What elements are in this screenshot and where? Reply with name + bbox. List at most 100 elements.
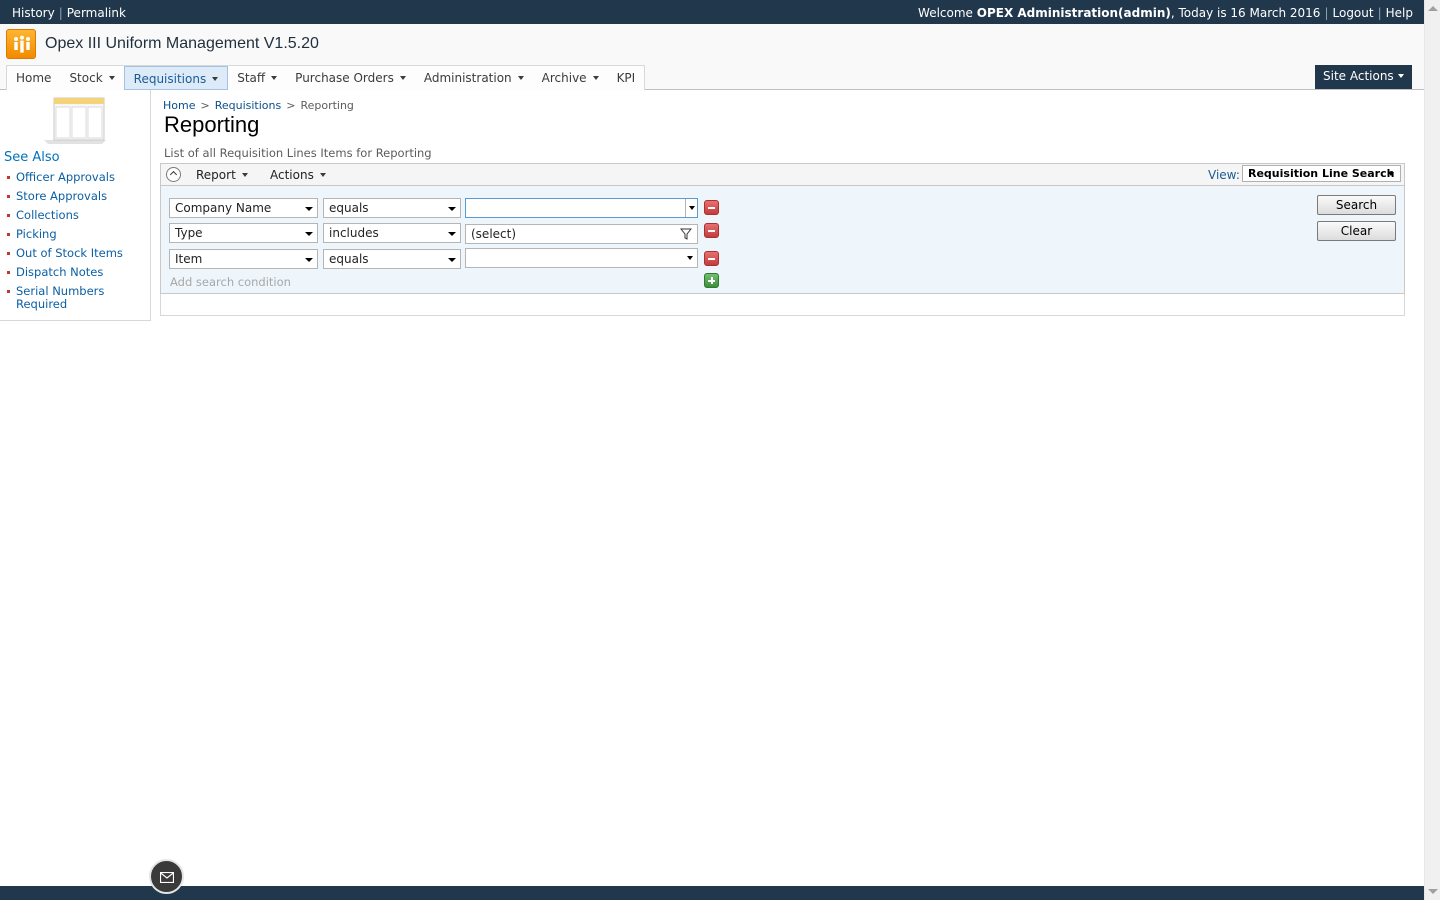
remove-condition-button[interactable] [704,223,719,238]
mail-button[interactable] [149,859,184,894]
see-also-link-serial-numbers-required[interactable]: Serial Numbers Required [7,285,127,311]
condition-operator-select[interactable]: includes [323,223,461,243]
view-select[interactable]: Requisition Line Search [1242,165,1401,182]
nav-item-staff[interactable]: Staff [228,66,286,90]
chevron-down-icon [448,207,456,211]
filter-icon[interactable] [680,228,692,240]
condition-field-select[interactable]: Type [169,223,318,243]
nav-item-label: Requisitions [133,72,207,86]
nav-item-home[interactable]: Home [7,66,60,90]
breadcrumb-separator: > [286,99,296,112]
history-link[interactable]: History [12,6,55,20]
nav-item-requisitions[interactable]: Requisitions [123,66,229,90]
chevron-down-icon [271,76,278,80]
chevron-down-icon [687,256,693,260]
mail-icon [160,872,174,883]
condition-field-value: Item [175,252,203,266]
see-also-list: Officer Approvals Store Approvals Collecti… [7,171,127,317]
view-select-value: Requisition Line Search [1248,167,1395,180]
see-also-link-dispatch-notes[interactable]: Dispatch Notes [7,266,127,279]
app-title[interactable]: Opex III Uniform Management V1.5.20 [45,35,319,53]
breadcrumb-separator: > [200,99,210,112]
user-name[interactable]: OPEX Administration(admin) [977,6,1171,20]
nav-item-label: Administration [423,71,512,85]
nav-item-stock[interactable]: Stock [60,66,123,90]
chevron-down-icon [241,173,248,177]
scroll-up-icon[interactable] [1428,6,1438,11]
site-actions-button[interactable]: Site Actions [1315,65,1412,89]
people-icon[interactable] [6,29,36,59]
see-also-heading: See Also [4,150,60,165]
search-button[interactable]: Search [1317,195,1396,215]
condition-operator-value: equals [329,252,369,266]
condition-value-select[interactable] [465,248,698,268]
nav-item-label: Staff [237,71,266,85]
chevron-down-icon [399,76,406,80]
condition-operator-value: includes [329,226,379,240]
top-bar: History | Permalink Welcome OPEX Administr… [0,0,1424,24]
add-search-condition-input[interactable]: Add search condition [170,275,291,289]
scroll-down-icon[interactable] [1428,889,1438,894]
chevron-down-icon [305,258,313,262]
condition-field-select[interactable]: Company Name [169,198,318,218]
condition-operator-select[interactable]: equals [323,198,461,218]
breadcrumb: Home > Requisitions > Reporting [163,99,354,112]
collapse-up-icon[interactable] [166,167,181,182]
permalink-link[interactable]: Permalink [67,6,126,20]
actions-menu[interactable]: Actions [270,168,326,182]
chevron-down-icon [305,232,313,236]
chevron-down-icon [305,207,313,211]
chevron-down-icon [448,258,456,262]
see-also-link-picking[interactable]: Picking [7,228,127,241]
see-also-link-out-of-stock-items[interactable]: Out of Stock Items [7,247,127,260]
divider: | [1377,6,1382,20]
breadcrumb-home[interactable]: Home [163,99,195,112]
chevron-down-icon [212,77,219,81]
condition-field-value: Type [175,226,203,240]
chevron-down-icon [108,76,115,80]
top-navigation: Home Stock Requisitions Staff Purchase Order… [0,64,1424,90]
see-also-link-officer-approvals[interactable]: Officer Approvals [7,171,127,184]
report-menu[interactable]: Report [196,168,248,182]
dropdown-arrow-icon[interactable] [685,199,697,217]
help-link[interactable]: Help [1386,6,1413,20]
see-also-link-collections[interactable]: Collections [7,209,127,222]
add-condition-button[interactable] [704,273,719,288]
left-panel: See Also Officer Approvals Store Approval… [0,90,151,321]
nav-menu: Home Stock Requisitions Staff Purchase Order… [6,65,646,90]
logout-link[interactable]: Logout [1333,6,1374,20]
nav-item-purchase-orders[interactable]: Purchase Orders [286,66,415,90]
chevron-down-icon [1388,172,1394,176]
nav-item-archive[interactable]: Archive [533,66,608,90]
divider: | [1324,6,1329,20]
site-image-icon [42,96,108,147]
breadcrumb-requisitions[interactable]: Requisitions [215,99,282,112]
chevron-down-icon [448,232,456,236]
welcome-prefix: Welcome [918,6,973,20]
condition-field-select[interactable]: Item [169,249,318,269]
site-actions-label: Site Actions [1323,69,1394,83]
list-toolbar: Report Actions View: Requisition Line Se… [160,163,1405,186]
results-area [160,294,1405,316]
bottom-bar [0,886,1424,900]
clear-button[interactable]: Clear [1317,221,1396,241]
remove-condition-button[interactable] [704,200,719,215]
report-menu-label: Report [196,168,236,182]
vertical-scrollbar[interactable] [1424,0,1440,900]
condition-operator-select[interactable]: equals [323,249,461,269]
breadcrumb-current: Reporting [300,99,354,112]
condition-value-select[interactable]: (select) [465,224,698,244]
condition-value-text: (select) [471,227,517,241]
today-date: , Today is 16 March 2016 [1170,6,1321,20]
nav-item-label: KPI [616,71,636,85]
chevron-down-icon [517,76,524,80]
remove-condition-button[interactable] [704,251,719,266]
condition-value-combobox[interactable] [465,198,698,218]
nav-item-label: Stock [69,71,103,85]
nav-item-administration[interactable]: Administration [415,66,533,90]
page-title: Reporting [164,112,260,137]
nav-item-kpi[interactable]: KPI [608,66,645,90]
see-also-link-store-approvals[interactable]: Store Approvals [7,190,127,203]
chevron-down-icon [319,173,326,177]
condition-operator-value: equals [329,201,369,215]
